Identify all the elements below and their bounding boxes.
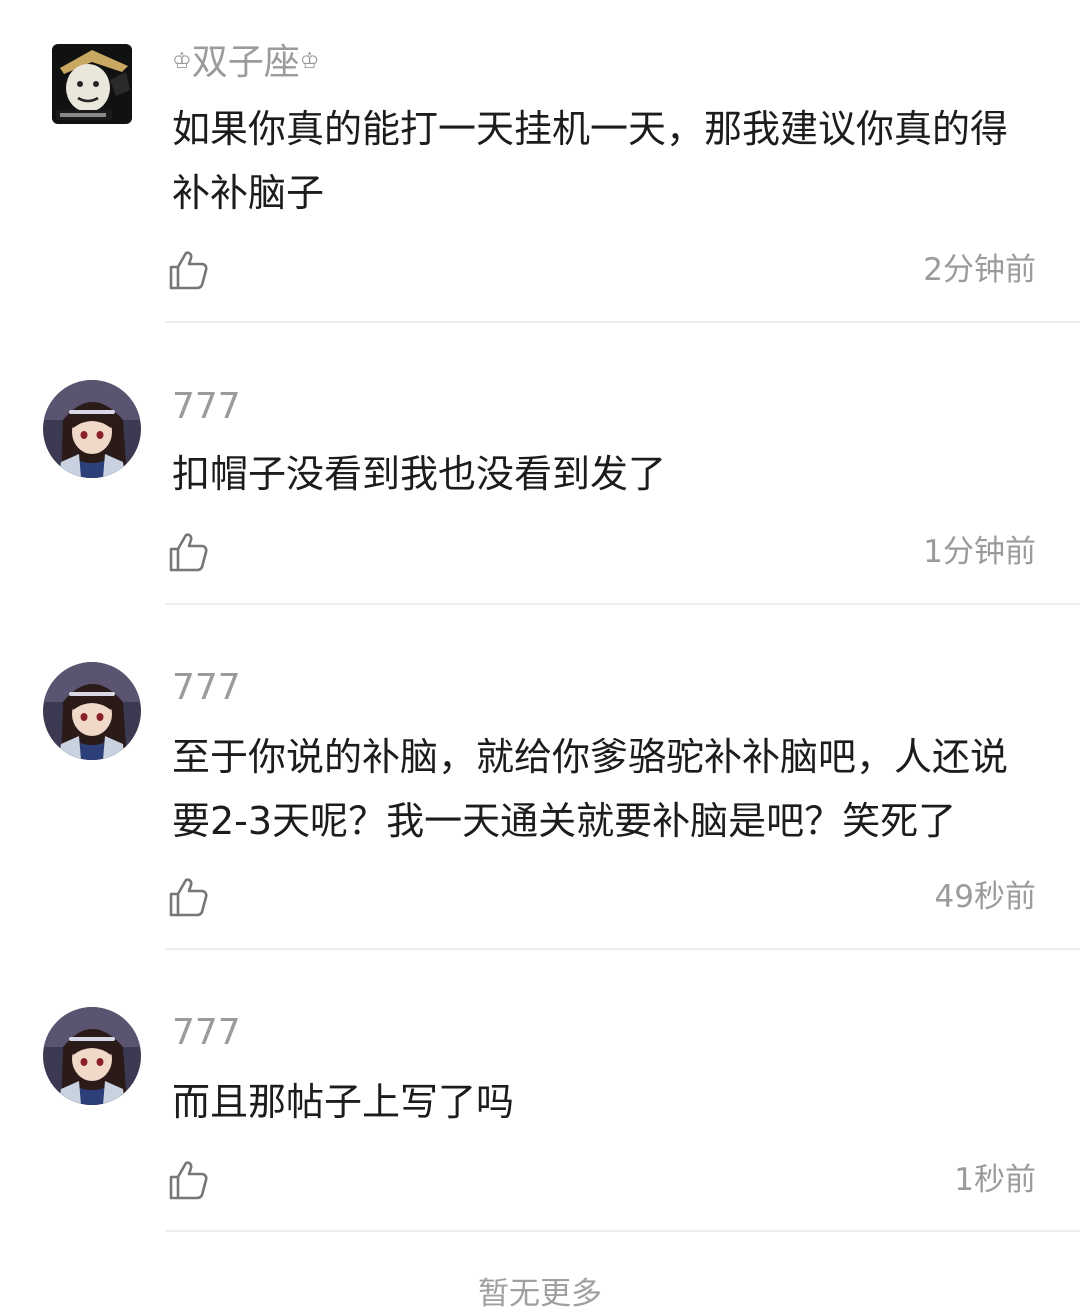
no-more-text: 暂无更多 (478, 1276, 602, 1312)
username[interactable]: 777 (172, 1013, 241, 1053)
user-avatar[interactable] (43, 380, 141, 478)
comment-text: 扣帽子没看到我也没看到发了 (172, 452, 667, 496)
thumbs-up-icon (169, 1161, 208, 1200)
divider (165, 948, 1080, 950)
thumbs-up-icon (169, 533, 208, 572)
timestamp: 1分钟前 (923, 534, 1036, 570)
divider (165, 321, 1080, 323)
thumbs-up-icon (169, 251, 208, 290)
user-avatar[interactable] (52, 44, 132, 124)
user-avatar[interactable] (43, 662, 141, 760)
like-button[interactable] (164, 246, 212, 294)
anime-girl-avatar (43, 662, 141, 760)
thumbs-up-icon (169, 878, 208, 917)
username[interactable]: 777 (172, 668, 241, 708)
comment-text: 而且那帖子上写了吗 (172, 1080, 515, 1124)
like-button[interactable] (164, 528, 212, 576)
meme-face-avatar (52, 44, 132, 124)
user-avatar[interactable] (43, 1007, 141, 1105)
comment-text: 如果你真的能打一天挂机一天，那我建议你真的得补补脑子 (172, 107, 1009, 215)
crown-icon: ♔ (299, 49, 320, 74)
crown-icon: ♔ (172, 49, 192, 74)
anime-girl-avatar (43, 380, 141, 478)
like-button[interactable] (164, 873, 212, 921)
username-text: 双子座 (191, 42, 300, 83)
divider (165, 1230, 1080, 1232)
timestamp: 1秒前 (954, 1162, 1036, 1198)
username[interactable]: 777 (172, 387, 241, 427)
divider (165, 603, 1080, 605)
like-button[interactable] (164, 1156, 212, 1204)
comment-list: ♔双子座♔ 如果你真的能打一天挂机一天，那我建议你真的得补补脑子 2分钟前 77… (0, 0, 1080, 1312)
username[interactable]: ♔双子座♔ (172, 42, 319, 83)
comment-text: 至于你说的补脑，就给你爹骆驼补补脑吧，人还说要2-3天呢？我一天通关就要补脑是吧… (172, 735, 1009, 843)
timestamp: 49秒前 (934, 879, 1036, 915)
timestamp: 2分钟前 (923, 252, 1036, 288)
anime-girl-avatar (43, 1007, 141, 1105)
